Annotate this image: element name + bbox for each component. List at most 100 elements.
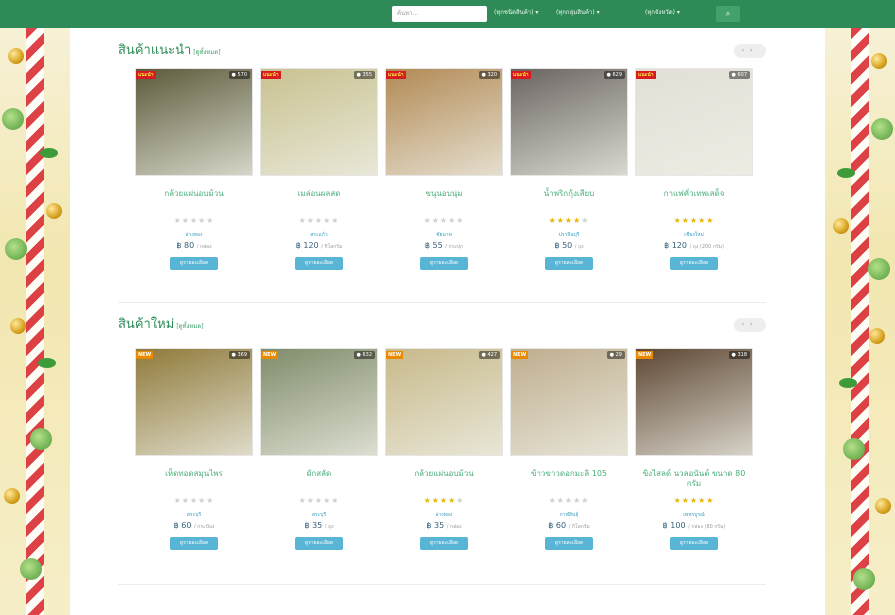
star-icon: ★	[331, 496, 340, 505]
product-name[interactable]: เมล่อนผลสด	[260, 189, 378, 199]
star-icon: ★	[706, 496, 715, 505]
product-province: กาฬสินธุ์	[559, 512, 579, 518]
star-icon: ★	[548, 496, 557, 505]
product-province: ชัยนาท	[436, 232, 452, 238]
product-name[interactable]: เห็ดทอดสมุนไพร	[135, 469, 253, 479]
recommended-badge: แนะนำ	[261, 71, 281, 79]
star-icon: ★	[689, 216, 699, 225]
new-badge: NEW	[386, 351, 404, 359]
view-details-button[interactable]: ดูรายละเอียด	[670, 257, 718, 270]
star-icon: ★	[556, 216, 565, 225]
star-icon: ★	[673, 496, 682, 505]
right-decoration	[825, 28, 895, 615]
price-unit: / ถุง	[574, 244, 584, 250]
product-province: สระบุรี	[186, 512, 202, 518]
product-card[interactable]: แนะนำ ● 320 ขนุนอบนุ่ม ★★★★★ ชัยนาท฿ 55 / กร…	[385, 68, 503, 283]
product-name[interactable]: น้ำพริกกุ้งเสียบ	[510, 189, 628, 199]
view-count: ● 29	[606, 351, 625, 359]
view-count: ● 427	[478, 351, 500, 359]
view-details-button[interactable]: ดูรายละเอียด	[545, 537, 593, 550]
product-card[interactable]: NEW ● 318 ขิงไสลด์ นวลอนันต์ ขนาด 80 กรัม ★…	[635, 348, 753, 563]
rating-stars: ★★★★★	[135, 496, 253, 505]
new-products-pager[interactable]: ‹›	[734, 318, 766, 332]
product-card[interactable]: แนะนำ ● 355 เมล่อนผลสด ★★★★★ สระแก้ว฿ 120 / …	[260, 68, 378, 283]
price-unit: / ถุง	[324, 524, 334, 530]
product-price: ฿ 120 / ถุง (200 กรัม)	[664, 241, 724, 250]
view-details-button[interactable]: ดูรายละเอียด	[170, 257, 218, 270]
product-image[interactable]: แนะนำ ● 320	[385, 68, 503, 176]
price-unit: / กระป๋อง	[194, 524, 215, 530]
product-image[interactable]: แนะนำ ● 355	[260, 68, 378, 176]
product-price: ฿ 35 / กล่อง	[426, 521, 462, 530]
left-decoration	[0, 28, 70, 615]
view-all-recommended-link[interactable]: [ดูทั้งหมด]	[193, 49, 220, 56]
view-count: ● 607	[728, 71, 750, 79]
star-icon: ★	[423, 496, 432, 505]
product-price: ฿ 55 / กระปุก	[424, 241, 464, 250]
product-image[interactable]: NEW ● 318	[635, 348, 753, 456]
view-details-button[interactable]: ดูรายละเอียด	[295, 257, 343, 270]
star-icon: ★	[173, 216, 182, 225]
product-price: ฿ 50 / ถุง	[554, 241, 584, 250]
product-name[interactable]: ขนุนอบนุ่ม	[385, 189, 503, 199]
product-image[interactable]: แนะนำ ● 629	[510, 68, 628, 176]
product-price: ฿ 35 / ถุง	[304, 521, 334, 530]
star-icon: ★	[206, 216, 215, 225]
product-image[interactable]: NEW ● 632	[260, 348, 378, 456]
view-details-button[interactable]: ดูรายละเอียด	[170, 537, 218, 550]
section-divider	[118, 302, 766, 303]
product-name[interactable]: ข้าวขาวดอกมะลิ 105	[510, 469, 628, 479]
view-details-button[interactable]: ดูรายละเอียด	[670, 537, 718, 550]
product-name[interactable]: กล้วยแผ่นอบม้วน	[135, 189, 253, 199]
view-details-button[interactable]: ดูรายละเอียด	[545, 257, 593, 270]
province-filter[interactable]: (ทุกจังหวัด) ▾	[645, 9, 680, 17]
price-unit: / กิโลกรัม	[321, 244, 343, 250]
product-price: ฿ 100 / กล่อง (80 กรัม)	[662, 521, 726, 530]
star-icon: ★	[673, 216, 682, 225]
product-image[interactable]: NEW ● 29	[510, 348, 628, 456]
product-image[interactable]: แนะนำ ● 570	[135, 68, 253, 176]
section-title-recommended: สินค้าแนะนำ [ดูทั้งหมด]	[118, 43, 221, 58]
product-province: อ่างทอง	[185, 232, 203, 238]
product-card[interactable]: NEW ● 369 เห็ดทอดสมุนไพร ★★★★★ สระบุรี฿ 60 /…	[135, 348, 253, 563]
product-card[interactable]: NEW ● 632 ผักสลัด ★★★★★ สระบุรี฿ 35 / ถุง ดูร…	[260, 348, 378, 563]
product-name[interactable]: ขิงไสลด์ นวลอนันต์ ขนาด 80 กรัม	[635, 469, 753, 489]
view-details-button[interactable]: ดูรายละเอียด	[420, 537, 468, 550]
product-card[interactable]: แนะนำ ● 629 น้ำพริกกุ้งเสียบ ★★★★★ ปราจีนบุร…	[510, 68, 628, 283]
search-input[interactable]: ค้นหา...	[392, 6, 487, 22]
rating-stars: ★★★★★	[635, 496, 753, 505]
product-image[interactable]: NEW ● 427	[385, 348, 503, 456]
product-price: ฿ 60 / กิโลกรัม	[548, 521, 590, 530]
rating-stars: ★★★★★	[385, 216, 503, 225]
product-card[interactable]: NEW ● 29 ข้าวขาวดอกมะลิ 105 ★★★★★ กาฬสินธุ์฿…	[510, 348, 628, 563]
product-card[interactable]: NEW ● 427 กล้วยแผ่นอบม้วน ★★★★★ อ่างทอง฿ 35 …	[385, 348, 503, 563]
star-icon: ★	[689, 496, 699, 505]
recommended-badge: แนะนำ	[386, 71, 406, 79]
star-icon: ★	[189, 216, 199, 225]
search-button[interactable]: ⌕	[716, 6, 740, 22]
rating-stars: ★★★★★	[510, 496, 628, 505]
star-icon: ★	[456, 216, 465, 225]
star-icon: ★	[439, 216, 449, 225]
star-icon: ★	[431, 216, 440, 225]
star-icon: ★	[456, 496, 465, 505]
product-name[interactable]: ผักสลัด	[260, 469, 378, 479]
product-image[interactable]: NEW ● 369	[135, 348, 253, 456]
group-filter[interactable]: (ทุกกลุ่มสินค้า) ▾	[556, 9, 600, 17]
product-name[interactable]: กาแฟคั่วเทพเสด็จ	[635, 189, 753, 199]
view-count: ● 318	[728, 351, 750, 359]
category-filter[interactable]: (ทุกชนิดสินค้า) ▾	[494, 9, 538, 17]
product-name[interactable]: กล้วยแผ่นอบม้วน	[385, 469, 503, 479]
product-card[interactable]: แนะนำ ● 607 กาแฟคั่วเทพเสด็จ ★★★★★ เชียงใหม่…	[635, 68, 753, 283]
view-details-button[interactable]: ดูรายละเอียด	[295, 537, 343, 550]
product-image[interactable]: แนะนำ ● 607	[635, 68, 753, 176]
view-all-new-link[interactable]: [ดูทั้งหมด]	[176, 323, 203, 330]
product-price: ฿ 120 / กิโลกรัม	[295, 241, 343, 250]
product-card[interactable]: แนะนำ ● 570 กล้วยแผ่นอบม้วน ★★★★★ อ่างทอง฿ 8…	[135, 68, 253, 283]
product-province: อ่างทอง	[435, 512, 453, 518]
recommended-pager[interactable]: ‹›	[734, 44, 766, 58]
star-icon: ★	[564, 216, 574, 225]
view-count: ● 632	[353, 351, 375, 359]
rating-stars: ★★★★★	[510, 216, 628, 225]
view-details-button[interactable]: ดูรายละเอียด	[420, 257, 468, 270]
